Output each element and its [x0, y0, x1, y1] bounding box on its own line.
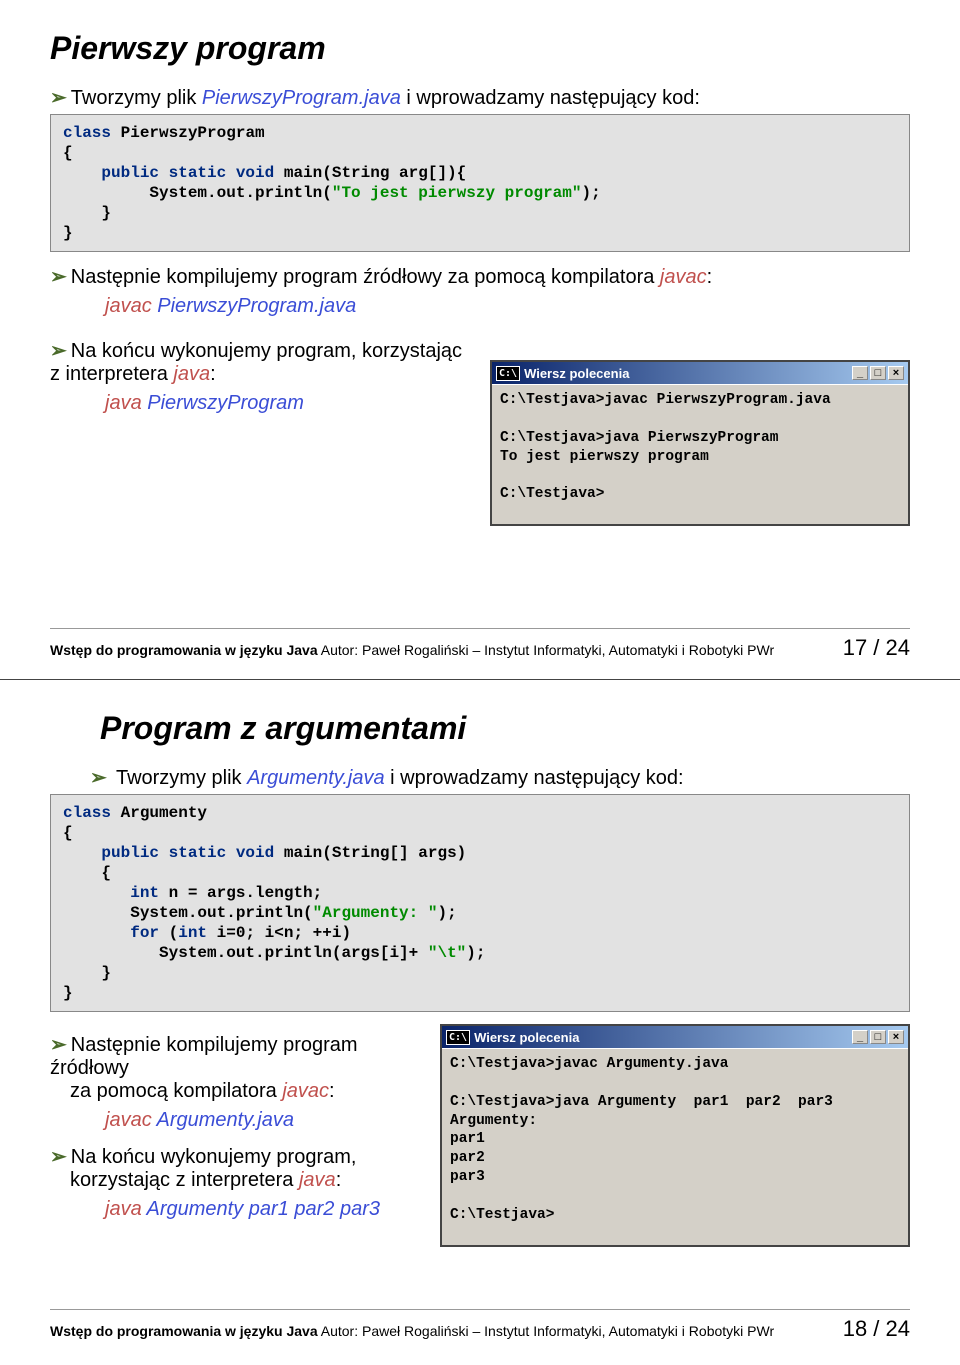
console-output: C:\Testjava>javac Argumenty.java C:\Test…: [442, 1048, 908, 1245]
cmd-icon: C:\: [446, 1030, 470, 1045]
bullet-create-file: ➢ Tworzymy plik Argumenty.java i wprowad…: [90, 765, 910, 790]
slide-title: Program z argumentami: [100, 710, 910, 747]
console-window: C:\ Wiersz polecenia _ □ × C:\Testjava>j…: [490, 360, 910, 526]
bullet-arrow-icon: ➢: [90, 767, 107, 789]
command-javac: javac PierwszyProgram.java: [105, 295, 910, 318]
bullet-create-file: ➢Tworzymy plik PierwszyProgram.java i wp…: [50, 85, 910, 110]
bullet-arrow-icon: ➢: [50, 1146, 67, 1168]
bullet-arrow-icon: ➢: [50, 266, 67, 288]
bullet-run: ➢Na końcu wykonujemy program, korzystają…: [50, 1144, 420, 1192]
command-java: java PierwszyProgram: [105, 392, 470, 415]
slide-17: Pierwszy program ➢Tworzymy plik Pierwszy…: [0, 0, 960, 680]
close-button[interactable]: ×: [888, 1030, 904, 1044]
maximize-button[interactable]: □: [870, 1030, 886, 1044]
footer: Wstęp do programowania w języku Java Aut…: [50, 1309, 910, 1342]
bullet-compile: ➢Następnie kompilujemy program źródłowy …: [50, 264, 910, 289]
footer-title: Wstęp do programowania w języku Java: [50, 642, 318, 658]
console-titlebar: C:\ Wiersz polecenia _ □ ×: [492, 362, 908, 384]
close-button[interactable]: ×: [888, 366, 904, 380]
command-java: java Argumenty par1 par2 par3: [105, 1198, 420, 1221]
footer-author: Autor: Paweł Rogaliński – Instytut Infor…: [318, 642, 774, 658]
code-argumenty: class Argumenty { public static void mai…: [50, 794, 910, 1012]
console-window: C:\ Wiersz polecenia _ □ × C:\Testjava>j…: [440, 1024, 910, 1247]
console-title: Wiersz polecenia: [474, 1030, 579, 1045]
slide-18: Program z argumentami ➢ Tworzymy plik Ar…: [0, 680, 960, 1360]
code-pierwszy-program: class PierwszyProgram { public static vo…: [50, 114, 910, 252]
maximize-button[interactable]: □: [870, 366, 886, 380]
bullet-arrow-icon: ➢: [50, 87, 67, 109]
bullet-arrow-icon: ➢: [50, 340, 67, 362]
console-output: C:\Testjava>javac PierwszyProgram.java C…: [492, 384, 908, 524]
footer-author: Autor: Paweł Rogaliński – Instytut Infor…: [318, 1323, 774, 1339]
footer: Wstęp do programowania w języku Java Aut…: [50, 628, 910, 661]
page-number: 18 / 24: [843, 1316, 910, 1342]
slide-title: Pierwszy program: [50, 30, 910, 67]
page-number: 17 / 24: [843, 635, 910, 661]
console-title: Wiersz polecenia: [524, 366, 629, 381]
minimize-button[interactable]: _: [852, 1030, 868, 1044]
minimize-button[interactable]: _: [852, 366, 868, 380]
bullet-compile: ➢Następnie kompilujemy program źródłowy …: [50, 1032, 420, 1103]
cmd-icon: C:\: [496, 366, 520, 381]
footer-title: Wstęp do programowania w języku Java: [50, 1323, 318, 1339]
command-javac: javac Argumenty.java: [105, 1109, 420, 1132]
bullet-run: ➢Na końcu wykonujemy program, korzystają…: [50, 338, 470, 386]
bullet-arrow-icon: ➢: [50, 1034, 67, 1056]
console-titlebar: C:\ Wiersz polecenia _ □ ×: [442, 1026, 908, 1048]
